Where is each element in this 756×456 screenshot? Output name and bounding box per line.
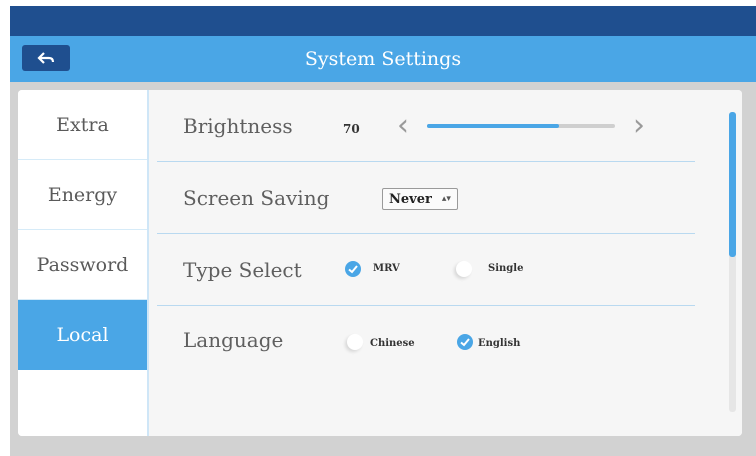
single-checkbox[interactable]	[456, 261, 472, 277]
brightness-decrease-icon[interactable]: ‹	[397, 111, 409, 141]
brightness-row: Brightness 70 ‹ ›	[157, 90, 695, 162]
sidebar-item-label: Energy	[47, 183, 118, 206]
sidebar-item-label: Local	[56, 323, 109, 346]
chinese-checkbox[interactable]	[347, 334, 363, 350]
brightness-value: 70	[343, 122, 360, 136]
chinese-label: Chinese	[370, 338, 415, 349]
vertical-scrollbar[interactable]	[729, 112, 736, 412]
brightness-slider-fill	[427, 124, 559, 128]
brightness-slider[interactable]	[427, 124, 615, 128]
sidebar-item-extra[interactable]: Extra	[18, 90, 147, 160]
language-label: Language	[183, 328, 284, 352]
brightness-increase-icon[interactable]: ›	[633, 111, 645, 141]
check-icon	[348, 265, 358, 274]
sidebar: Extra Energy Password Local	[18, 90, 149, 436]
language-row: Language Chinese English	[157, 306, 695, 378]
select-arrows-icon: ▴▾	[441, 194, 451, 204]
screen-saving-row: Screen Saving Never ▴▾	[157, 162, 695, 234]
scrollbar-thumb[interactable]	[729, 112, 736, 257]
status-bar	[10, 6, 756, 36]
screen-saving-label: Screen Saving	[183, 186, 330, 210]
sidebar-item-energy[interactable]: Energy	[18, 160, 147, 230]
type-select-label: Type Select	[183, 258, 302, 282]
sidebar-item-label: Password	[36, 253, 129, 276]
english-label: English	[478, 338, 521, 349]
settings-content: Brightness 70 ‹ › Screen Saving Never ▴▾…	[149, 90, 742, 436]
type-select-row: Type Select MRV Single	[157, 234, 695, 306]
back-arrow-icon	[37, 49, 55, 68]
brightness-label: Brightness	[183, 114, 293, 138]
page-title: System Settings	[304, 48, 462, 70]
single-label: Single	[488, 263, 524, 274]
back-button[interactable]	[22, 45, 70, 71]
screen-saving-select[interactable]: Never ▴▾	[382, 188, 458, 210]
sidebar-item-password[interactable]: Password	[18, 230, 147, 300]
settings-panel: Extra Energy Password Local Brightness 7…	[18, 90, 742, 436]
sidebar-item-local[interactable]: Local	[18, 300, 147, 370]
screen-saving-value: Never	[389, 191, 432, 207]
mrv-checkbox[interactable]	[345, 261, 361, 277]
sidebar-item-label: Extra	[56, 113, 109, 136]
english-checkbox[interactable]	[457, 334, 473, 350]
mrv-label: MRV	[373, 263, 400, 274]
check-icon	[460, 338, 470, 347]
